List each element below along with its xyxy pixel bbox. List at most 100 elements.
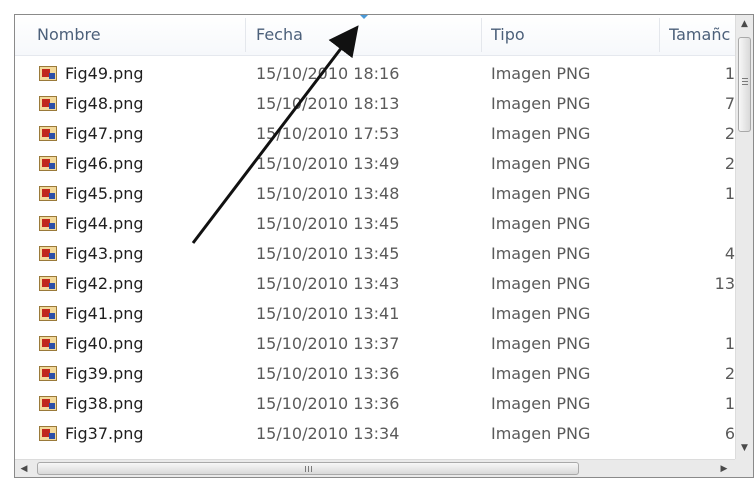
file-size: 1	[724, 64, 735, 83]
file-type: Imagen PNG	[491, 124, 591, 143]
png-file-icon	[39, 216, 57, 231]
file-row[interactable]: Fig49.png 15/10/2010 18:16 Imagen PNG 1	[15, 59, 735, 89]
file-type: Imagen PNG	[491, 274, 591, 293]
file-size: 2	[724, 124, 735, 143]
file-name: Fig43.png	[65, 244, 144, 263]
png-file-icon	[39, 276, 57, 291]
file-type: Imagen PNG	[491, 394, 591, 413]
file-name: Fig41.png	[65, 304, 144, 323]
file-row[interactable]: Fig48.png 15/10/2010 18:13 Imagen PNG 7	[15, 89, 735, 119]
file-type: Imagen PNG	[491, 154, 591, 173]
file-size: 6	[724, 424, 735, 443]
file-date: 15/10/2010 13:34	[256, 424, 400, 443]
file-size: 2	[724, 364, 735, 383]
file-type: Imagen PNG	[491, 364, 591, 383]
horizontal-scroll-thumb[interactable]	[37, 462, 579, 475]
thumb-grip	[742, 84, 748, 85]
file-type: Imagen PNG	[491, 334, 591, 353]
file-date: 15/10/2010 13:45	[256, 244, 400, 263]
file-name: Fig48.png	[65, 94, 144, 113]
column-header-bar: Nombre Fecha Tipo Tamañc	[15, 15, 735, 56]
file-date: 15/10/2010 18:13	[256, 94, 400, 113]
file-size: 4	[724, 244, 735, 263]
png-file-icon	[39, 396, 57, 411]
vertical-scroll-thumb[interactable]	[738, 37, 751, 132]
file-size: 2	[724, 154, 735, 173]
file-name: Fig49.png	[65, 64, 144, 83]
file-row[interactable]: Fig40.png 15/10/2010 13:37 Imagen PNG 1	[15, 329, 735, 359]
column-header-size[interactable]: Tamañc	[669, 15, 735, 55]
file-name: Fig39.png	[65, 364, 144, 383]
png-file-icon	[39, 306, 57, 321]
scroll-right-button[interactable]: ▶	[715, 460, 733, 477]
file-size: 13	[714, 274, 735, 293]
file-name: Fig37.png	[65, 424, 144, 443]
file-name: Fig47.png	[65, 124, 144, 143]
file-date: 15/10/2010 13:43	[256, 274, 400, 293]
thumb-grip	[742, 78, 748, 79]
png-file-icon	[39, 156, 57, 171]
column-divider[interactable]	[481, 18, 482, 52]
file-row[interactable]: Fig45.png 15/10/2010 13:48 Imagen PNG 1	[15, 179, 735, 209]
file-type: Imagen PNG	[491, 304, 591, 323]
png-file-icon	[39, 246, 57, 261]
file-date: 15/10/2010 13:45	[256, 214, 400, 233]
file-date: 15/10/2010 13:49	[256, 154, 400, 173]
horizontal-scrollbar[interactable]: ◀ ▶	[15, 459, 735, 477]
png-file-icon	[39, 186, 57, 201]
file-type: Imagen PNG	[491, 184, 591, 203]
file-row[interactable]: Fig46.png 15/10/2010 13:49 Imagen PNG 2	[15, 149, 735, 179]
thumb-grip	[742, 81, 748, 82]
thumb-grip	[308, 466, 309, 472]
file-type: Imagen PNG	[491, 424, 591, 443]
column-divider[interactable]	[245, 18, 246, 52]
column-header-name[interactable]: Nombre	[37, 15, 237, 55]
thumb-grip	[311, 466, 312, 472]
file-name: Fig40.png	[65, 334, 144, 353]
file-row[interactable]: Fig37.png 15/10/2010 13:34 Imagen PNG 6	[15, 419, 735, 449]
file-date: 15/10/2010 18:16	[256, 64, 400, 83]
file-date: 15/10/2010 13:36	[256, 364, 400, 383]
scroll-down-button[interactable]: ▼	[736, 439, 753, 457]
file-size: 1	[724, 334, 735, 353]
file-date: 15/10/2010 13:41	[256, 304, 400, 323]
file-type: Imagen PNG	[491, 94, 591, 113]
file-row[interactable]: Fig38.png 15/10/2010 13:36 Imagen PNG 1	[15, 389, 735, 419]
file-type: Imagen PNG	[491, 244, 591, 263]
file-size: 1	[724, 394, 735, 413]
file-size: 1	[724, 184, 735, 203]
png-file-icon	[39, 336, 57, 351]
png-file-icon	[39, 426, 57, 441]
file-list-window: Nombre Fecha Tipo Tamañc Fig49.png 15/10/…	[14, 14, 754, 478]
scroll-up-button[interactable]: ▲	[736, 15, 753, 33]
scrollbar-corner	[735, 459, 753, 477]
file-date: 15/10/2010 13:36	[256, 394, 400, 413]
png-file-icon	[39, 66, 57, 81]
file-size: 7	[724, 94, 735, 113]
file-list: Fig49.png 15/10/2010 18:16 Imagen PNG 1 Fig4…	[15, 55, 735, 457]
file-row[interactable]: Fig43.png 15/10/2010 13:45 Imagen PNG 4	[15, 239, 735, 269]
scroll-left-button[interactable]: ◀	[15, 460, 33, 477]
file-name: Fig38.png	[65, 394, 144, 413]
file-type: Imagen PNG	[491, 214, 591, 233]
file-date: 15/10/2010 13:37	[256, 334, 400, 353]
column-header-date[interactable]: Fecha	[256, 15, 476, 55]
column-header-type[interactable]: Tipo	[491, 15, 651, 55]
thumb-grip	[305, 466, 306, 472]
file-row[interactable]: Fig41.png 15/10/2010 13:41 Imagen PNG	[15, 299, 735, 329]
sort-indicator-icon	[359, 15, 369, 19]
file-name: Fig44.png	[65, 214, 144, 233]
png-file-icon	[39, 366, 57, 381]
column-divider[interactable]	[659, 18, 660, 52]
file-date: 15/10/2010 13:48	[256, 184, 400, 203]
vertical-scrollbar[interactable]: ▲ ▼	[735, 15, 753, 459]
file-type: Imagen PNG	[491, 64, 591, 83]
file-row[interactable]: Fig44.png 15/10/2010 13:45 Imagen PNG	[15, 209, 735, 239]
file-row[interactable]: Fig42.png 15/10/2010 13:43 Imagen PNG 13	[15, 269, 735, 299]
file-row[interactable]: Fig47.png 15/10/2010 17:53 Imagen PNG 2	[15, 119, 735, 149]
file-name: Fig46.png	[65, 154, 144, 173]
png-file-icon	[39, 96, 57, 111]
png-file-icon	[39, 126, 57, 141]
file-name: Fig45.png	[65, 184, 144, 203]
file-row[interactable]: Fig39.png 15/10/2010 13:36 Imagen PNG 2	[15, 359, 735, 389]
